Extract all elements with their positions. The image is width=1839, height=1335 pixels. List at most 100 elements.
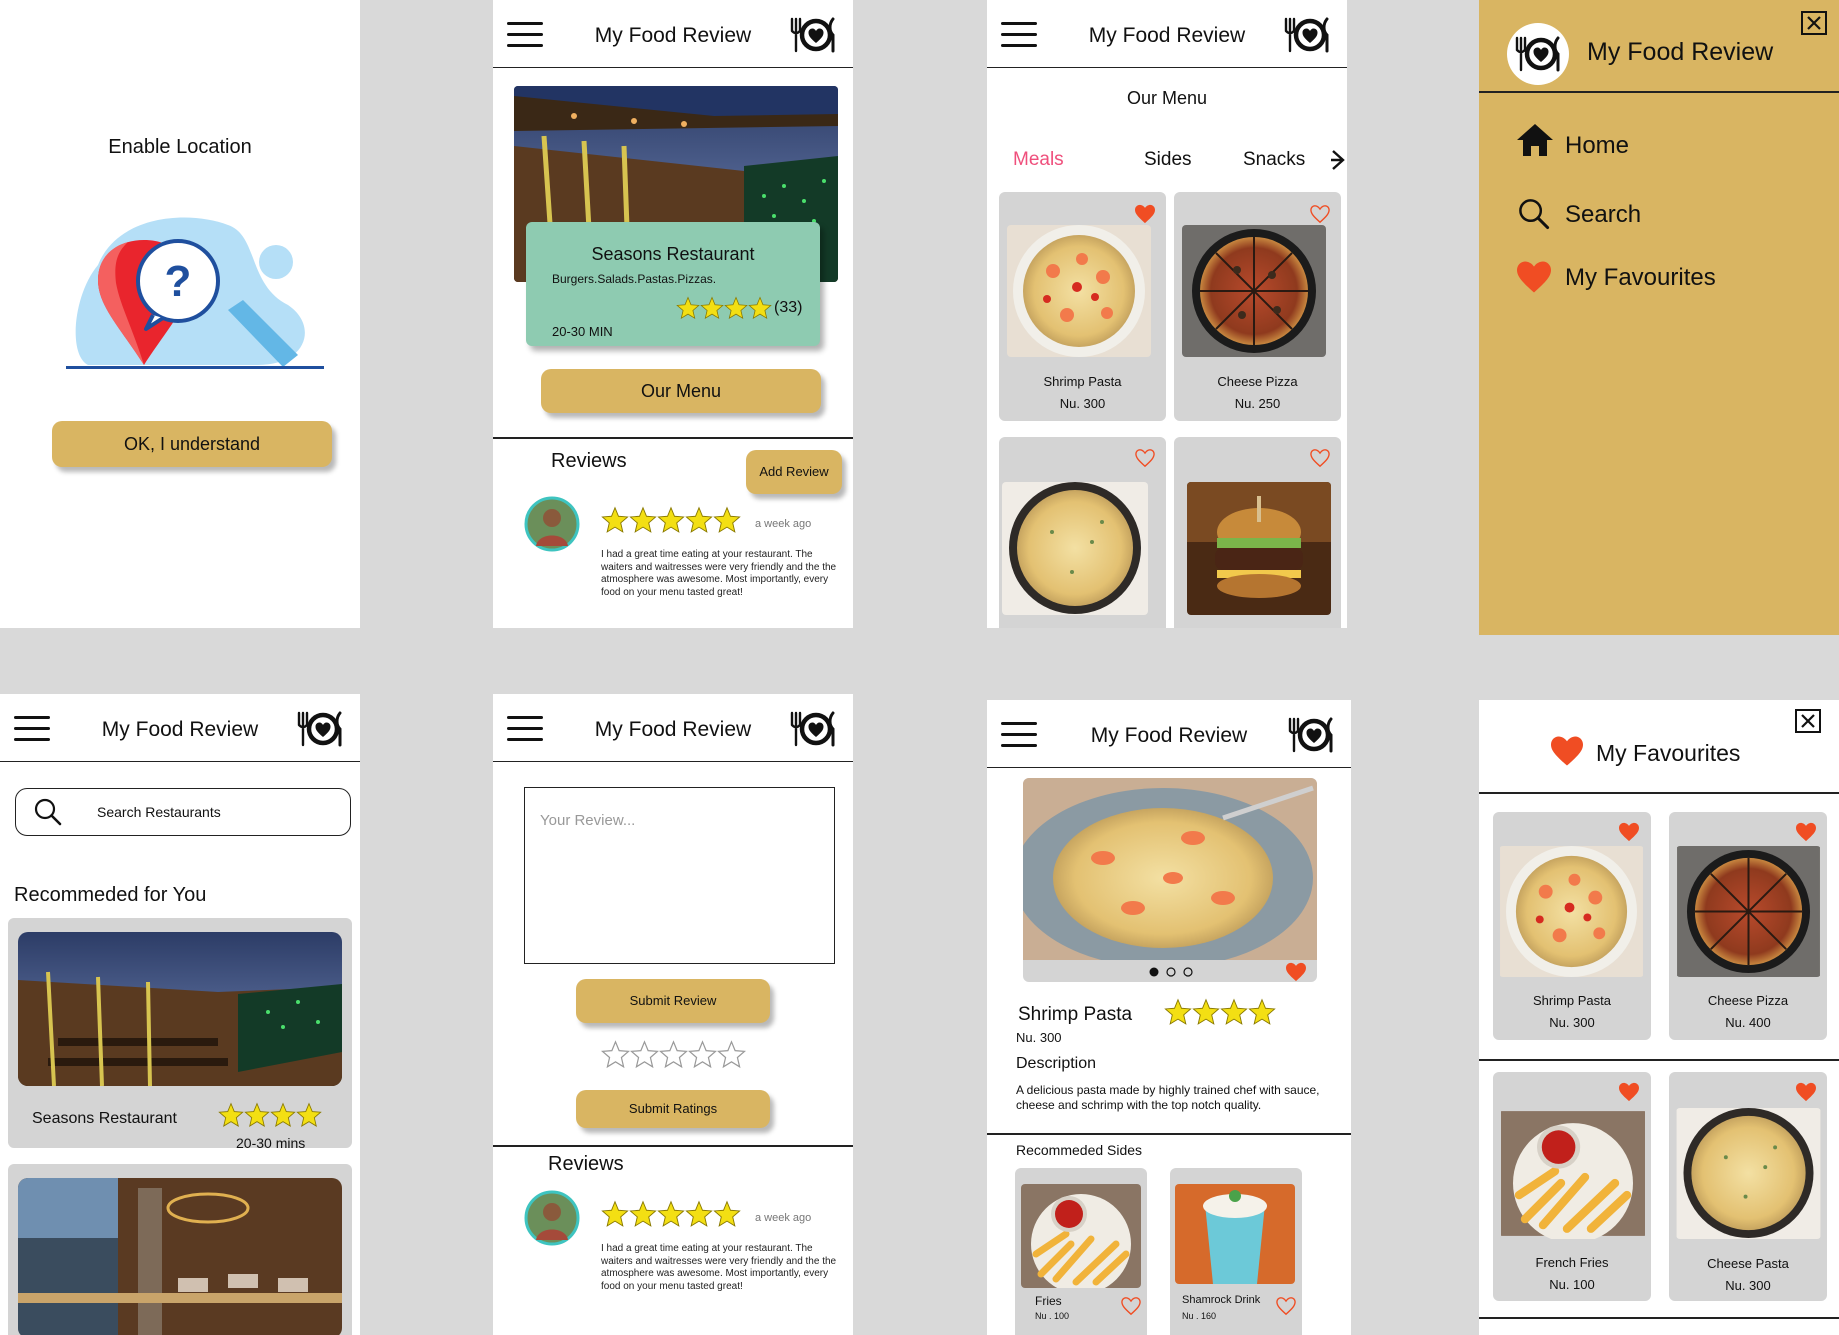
item-name: Shrimp Pasta [1018,1004,1133,1025]
favourite-heart-icon[interactable] [1618,1082,1640,1102]
restaurant-card[interactable] [8,1164,352,1335]
menu-item-name: Shrimp Pasta [1043,374,1122,389]
restaurant-photo [18,932,342,1086]
side-item-card[interactable]: Shamrock Drink Nu . 160 [1170,1168,1302,1335]
favourite-item-card[interactable]: Cheese Pasta Nu. 300 [1669,1072,1827,1301]
submit-ratings-button[interactable]: Submit Ratings [576,1090,770,1128]
favourite-heart-icon[interactable] [1795,1082,1817,1102]
app-logo-icon [789,710,839,748]
close-icon[interactable] [1795,709,1821,733]
location-title: Enable Location [108,136,252,158]
app-header: My Food Review [493,0,853,68]
drawer-screen: My Food Review Home Search My Favourites [1479,0,1839,635]
reviewer-avatar [524,1190,580,1246]
menu-item-card[interactable]: Cheese Pizza Nu. 250 [1174,192,1341,421]
review-textarea[interactable]: Your Review... [524,787,835,964]
favourite-heart-icon[interactable] [1285,962,1307,982]
search-icon [1517,197,1551,231]
reviewer-avatar [524,496,580,552]
cheese-pasta-image [1002,482,1148,615]
app-logo-icon [789,16,839,54]
favourite-item-price: Nu. 300 [1549,1015,1595,1030]
home-icon [1517,124,1553,156]
heart-icon [1549,735,1585,767]
item-price: Nu. 300 [1016,1030,1062,1045]
menu-item-price: Nu. 250 [1234,396,1281,411]
drawer-item-label: Search [1565,201,1642,228]
menu-item-card[interactable] [1174,437,1341,628]
drawer-item-search[interactable]: Search [1515,193,1795,233]
restaurant-name: Seasons Restaurant [591,244,755,264]
ok-understand-button[interactable]: OK, I understand [52,421,332,467]
rating-input-stars[interactable] [601,1040,746,1069]
restaurant-photo [18,1178,342,1335]
favourite-heart-outline-icon[interactable] [1134,448,1156,468]
submit-review-button[interactable]: Submit Review [576,979,770,1023]
tab-sides[interactable]: Sides [1144,149,1192,171]
divider [1479,1317,1839,1319]
shamrock-drink-image [1175,1184,1295,1284]
drawer-item-home[interactable]: Home [1515,120,1795,160]
review-text: I had a great time eating at your restau… [601,549,837,598]
menu-item-card[interactable]: Shrimp Pasta Nu. 300 [999,192,1166,421]
favourite-heart-outline-icon[interactable] [1275,1296,1297,1316]
recommended-heading: Recommeded for You [14,884,207,906]
menu-title: Our Menu [1126,88,1208,108]
side-item-card[interactable]: Fries Nu . 100 [1015,1168,1147,1335]
favourite-item-price: Nu. 400 [1725,1015,1771,1030]
review-stars [601,506,741,534]
favourite-item-card[interactable]: French Fries Nu. 100 [1493,1072,1651,1301]
favourite-heart-outline-icon[interactable] [1309,204,1331,224]
side-item-price: Nu . 100 [1035,1311,1070,1321]
divider [1479,91,1839,93]
search-icon [33,797,63,827]
app-logo-icon [1287,716,1337,754]
description-label: Description [1016,1055,1097,1072]
restaurant-name: Seasons Restaurant [32,1110,177,1127]
side-item-name: Shamrock Drink [1182,1294,1261,1306]
tabs-next-arrow-icon[interactable] [1330,149,1346,171]
review-time: a week ago [755,518,812,530]
location-illustration: ? [66,217,324,369]
add-review-button[interactable]: Add Review [746,450,842,494]
favourite-item-name: Shrimp Pasta [1532,993,1612,1008]
favourite-item-price: Nu. 300 [1725,1278,1771,1293]
french-fries-image [1501,1111,1645,1239]
fries-image [1021,1184,1141,1288]
divider [1479,792,1839,794]
tab-meals[interactable]: Meals [1013,149,1064,171]
item-rating-stars [1164,998,1276,1026]
close-icon[interactable] [1801,11,1827,35]
favourite-heart-outline-icon[interactable] [1309,448,1331,468]
restaurant-info-card[interactable]: Seasons Restaurant Burgers.Salads.Pastas… [526,222,820,346]
favourite-item-card[interactable]: Cheese Pizza Nu. 400 [1669,812,1827,1040]
write-review-screen: My Food Review Your Review... Submit Rev… [493,694,853,1335]
carousel-dots[interactable] [1148,966,1194,978]
menu-item-card[interactable] [999,437,1166,628]
our-menu-button[interactable]: Our Menu [541,369,821,413]
item-photo-card [1023,778,1317,982]
favourite-item-name: Cheese Pasta [1707,1256,1789,1271]
search-input[interactable]: Search Restaurants [15,788,351,836]
review-stars [601,1200,741,1228]
delivery-time: 20-30 mins [236,1135,306,1151]
item-description: A delicious pasta made by highly trained… [1016,1083,1320,1112]
favourite-heart-icon[interactable] [1134,204,1156,224]
drawer-item-label: Home [1565,132,1630,159]
app-header: My Food Review [493,694,853,762]
tab-snacks[interactable]: Snacks [1243,149,1305,171]
favourite-heart-outline-icon[interactable] [1120,1296,1142,1316]
app-logo-icon [296,710,346,748]
drawer-item-favourites[interactable]: My Favourites [1515,256,1795,296]
review-placeholder: Your Review... [540,812,636,829]
favourite-heart-icon[interactable] [1618,822,1640,842]
side-item-price: Nu . 160 [1182,1311,1217,1321]
reviews-heading: Reviews [548,1153,624,1175]
favourite-item-card[interactable]: Shrimp Pasta Nu. 300 [1493,812,1651,1040]
restaurant-card[interactable]: Seasons Restaurant 20-30 mins [8,918,352,1151]
burger-image [1187,482,1331,615]
item-detail-screen: My Food Review Shrimp Pasta Nu. 300 Desc… [987,700,1351,1335]
restaurant-rating-stars [218,1102,322,1128]
divider [493,437,853,439]
favourite-heart-icon[interactable] [1795,822,1817,842]
